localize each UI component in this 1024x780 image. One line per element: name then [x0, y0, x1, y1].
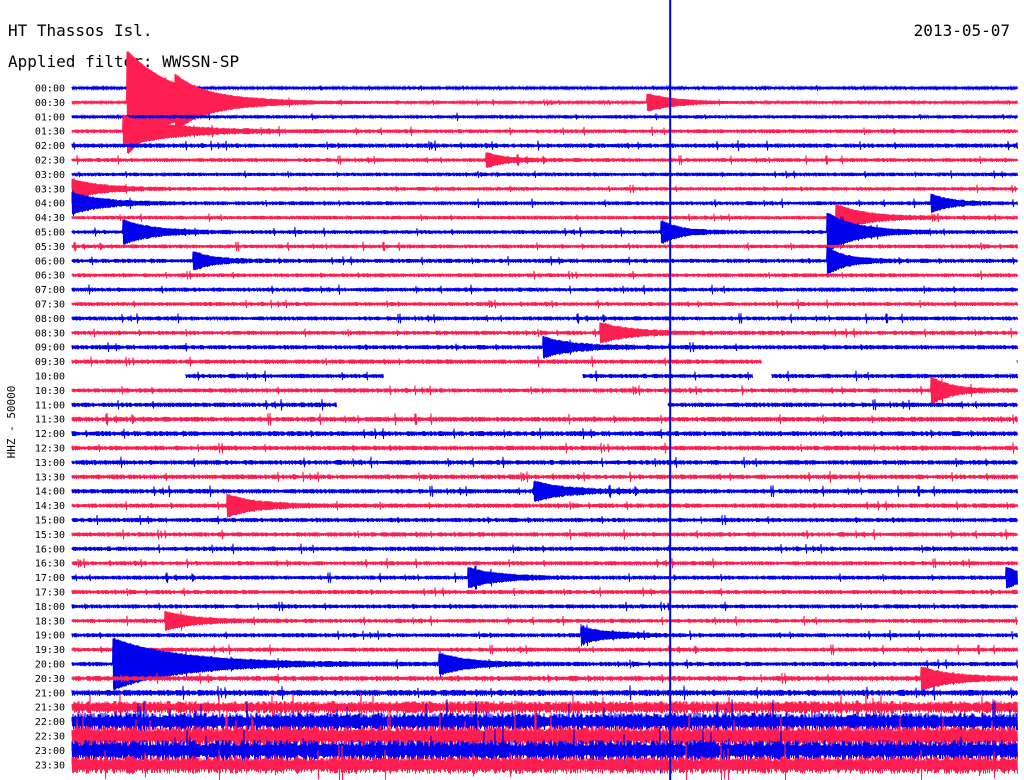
trace-row-1400	[71, 480, 1018, 502]
row-label-1600: 16:00	[35, 544, 65, 555]
trace-row-0230	[71, 152, 1018, 168]
row-label-1830: 18:30	[35, 616, 65, 627]
row-label-2230: 22:30	[35, 732, 65, 743]
trace-row-0630	[71, 270, 1018, 280]
row-label-1730: 17:30	[35, 588, 65, 599]
row-label-0800: 08:00	[35, 314, 65, 325]
trace-row-1630	[71, 557, 1018, 569]
trace-row-1830	[71, 610, 1018, 631]
row-label-1200: 12:00	[35, 429, 65, 440]
row-label-0300: 03:00	[35, 170, 65, 181]
row-label-1800: 18:00	[35, 602, 65, 613]
row-label-1630: 16:30	[35, 559, 65, 570]
row-label-1900: 19:00	[35, 631, 65, 642]
row-label-0830: 08:30	[35, 328, 65, 339]
trace-row-1030	[71, 376, 1018, 404]
row-label-1000: 10:00	[35, 372, 65, 383]
trace-row-0300	[71, 170, 1018, 179]
row-label-0200: 02:00	[35, 141, 65, 152]
trace-row-0000	[71, 84, 1018, 92]
trace-row-1730	[71, 587, 1018, 597]
trace-row-0030	[71, 51, 1018, 154]
trace-row-1900	[71, 624, 1018, 647]
trace-row-0330	[71, 178, 1018, 200]
row-label-0030: 00:30	[35, 98, 65, 109]
row-label-1530: 15:30	[35, 530, 65, 541]
trace-row-0700	[71, 284, 1018, 295]
helicorder-plot: 00:00 00:30 01:00 01:30 02:00 02:30 03:00 03:30…	[5, 0, 1018, 780]
row-label-0400: 04:00	[35, 199, 65, 210]
row-label-1330: 13:30	[35, 472, 65, 483]
trace-row-0900	[71, 335, 1018, 359]
row-label-0430: 04:30	[35, 213, 65, 224]
row-label-2100: 21:00	[35, 688, 65, 699]
row-label-1100: 11:00	[35, 400, 65, 411]
row-label-0330: 03:30	[35, 184, 65, 195]
row-label-1030: 10:30	[35, 386, 65, 397]
row-label-0230: 02:30	[35, 156, 65, 167]
row-label-0630: 06:30	[35, 271, 65, 282]
row-label-1930: 19:30	[35, 645, 65, 656]
trace-row-1230	[71, 442, 1018, 454]
row-label-1400: 14:00	[35, 487, 65, 498]
row-label-0500: 05:00	[35, 228, 65, 239]
row-label-0600: 06:00	[35, 256, 65, 267]
row-label-1130: 11:30	[35, 415, 65, 426]
trace-row-1530	[71, 528, 1018, 540]
trace-row-1200	[71, 427, 1018, 440]
row-label-2200: 22:00	[35, 717, 65, 728]
trace-row-0130	[71, 115, 1018, 147]
row-label-1500: 15:00	[35, 516, 65, 527]
row-label-2030: 20:30	[35, 674, 65, 685]
row-label-0730: 07:30	[35, 300, 65, 311]
trace-row-1700	[71, 565, 1018, 590]
channel-label: HHZ - 50000	[5, 386, 18, 459]
trace-row-2100	[71, 685, 1018, 701]
row-label-2000: 20:00	[35, 660, 65, 671]
row-label-2300: 23:00	[35, 746, 65, 757]
trace-row-1330	[71, 470, 1018, 483]
trace-row-0200	[71, 140, 1018, 152]
trace-row-1500	[71, 514, 1018, 526]
row-label-1700: 17:00	[35, 573, 65, 584]
row-label-1300: 13:00	[35, 458, 65, 469]
trace-row-0100	[71, 112, 1018, 121]
trace-row-1300	[71, 456, 1018, 469]
trace-row-1800	[71, 601, 1018, 612]
row-label-0930: 09:30	[35, 357, 65, 368]
row-label-2330: 23:30	[35, 760, 65, 771]
row-label-2130: 21:30	[35, 703, 65, 714]
row-label-0000: 00:00	[35, 84, 65, 95]
trace-row-0730	[71, 299, 1018, 309]
trace-row-0400	[71, 189, 1018, 217]
trace-row-0800	[71, 313, 1018, 324]
trace-row-0600	[71, 246, 1018, 275]
trace-row-0530	[71, 241, 1018, 252]
row-label-0100: 01:00	[35, 112, 65, 123]
trace-row-1100	[71, 398, 1018, 411]
trace-row-1600	[71, 543, 1018, 555]
row-label-0900: 09:00	[35, 343, 65, 354]
row-label-1430: 14:30	[35, 501, 65, 512]
row-label-0530: 05:30	[35, 242, 65, 253]
row-label-1230: 12:30	[35, 444, 65, 455]
trace-row-0430	[71, 203, 1018, 232]
seismic-traces	[71, 51, 1018, 780]
row-label-0700: 07:00	[35, 285, 65, 296]
trace-row-1000	[185, 370, 1018, 382]
trace-row-1130	[71, 412, 1018, 426]
row-label-0130: 01:30	[35, 127, 65, 138]
trace-row-1930	[71, 644, 1018, 655]
row-time-labels: 00:00 00:30 01:00 01:30 02:00 02:30 03:00 03:30…	[35, 84, 65, 772]
